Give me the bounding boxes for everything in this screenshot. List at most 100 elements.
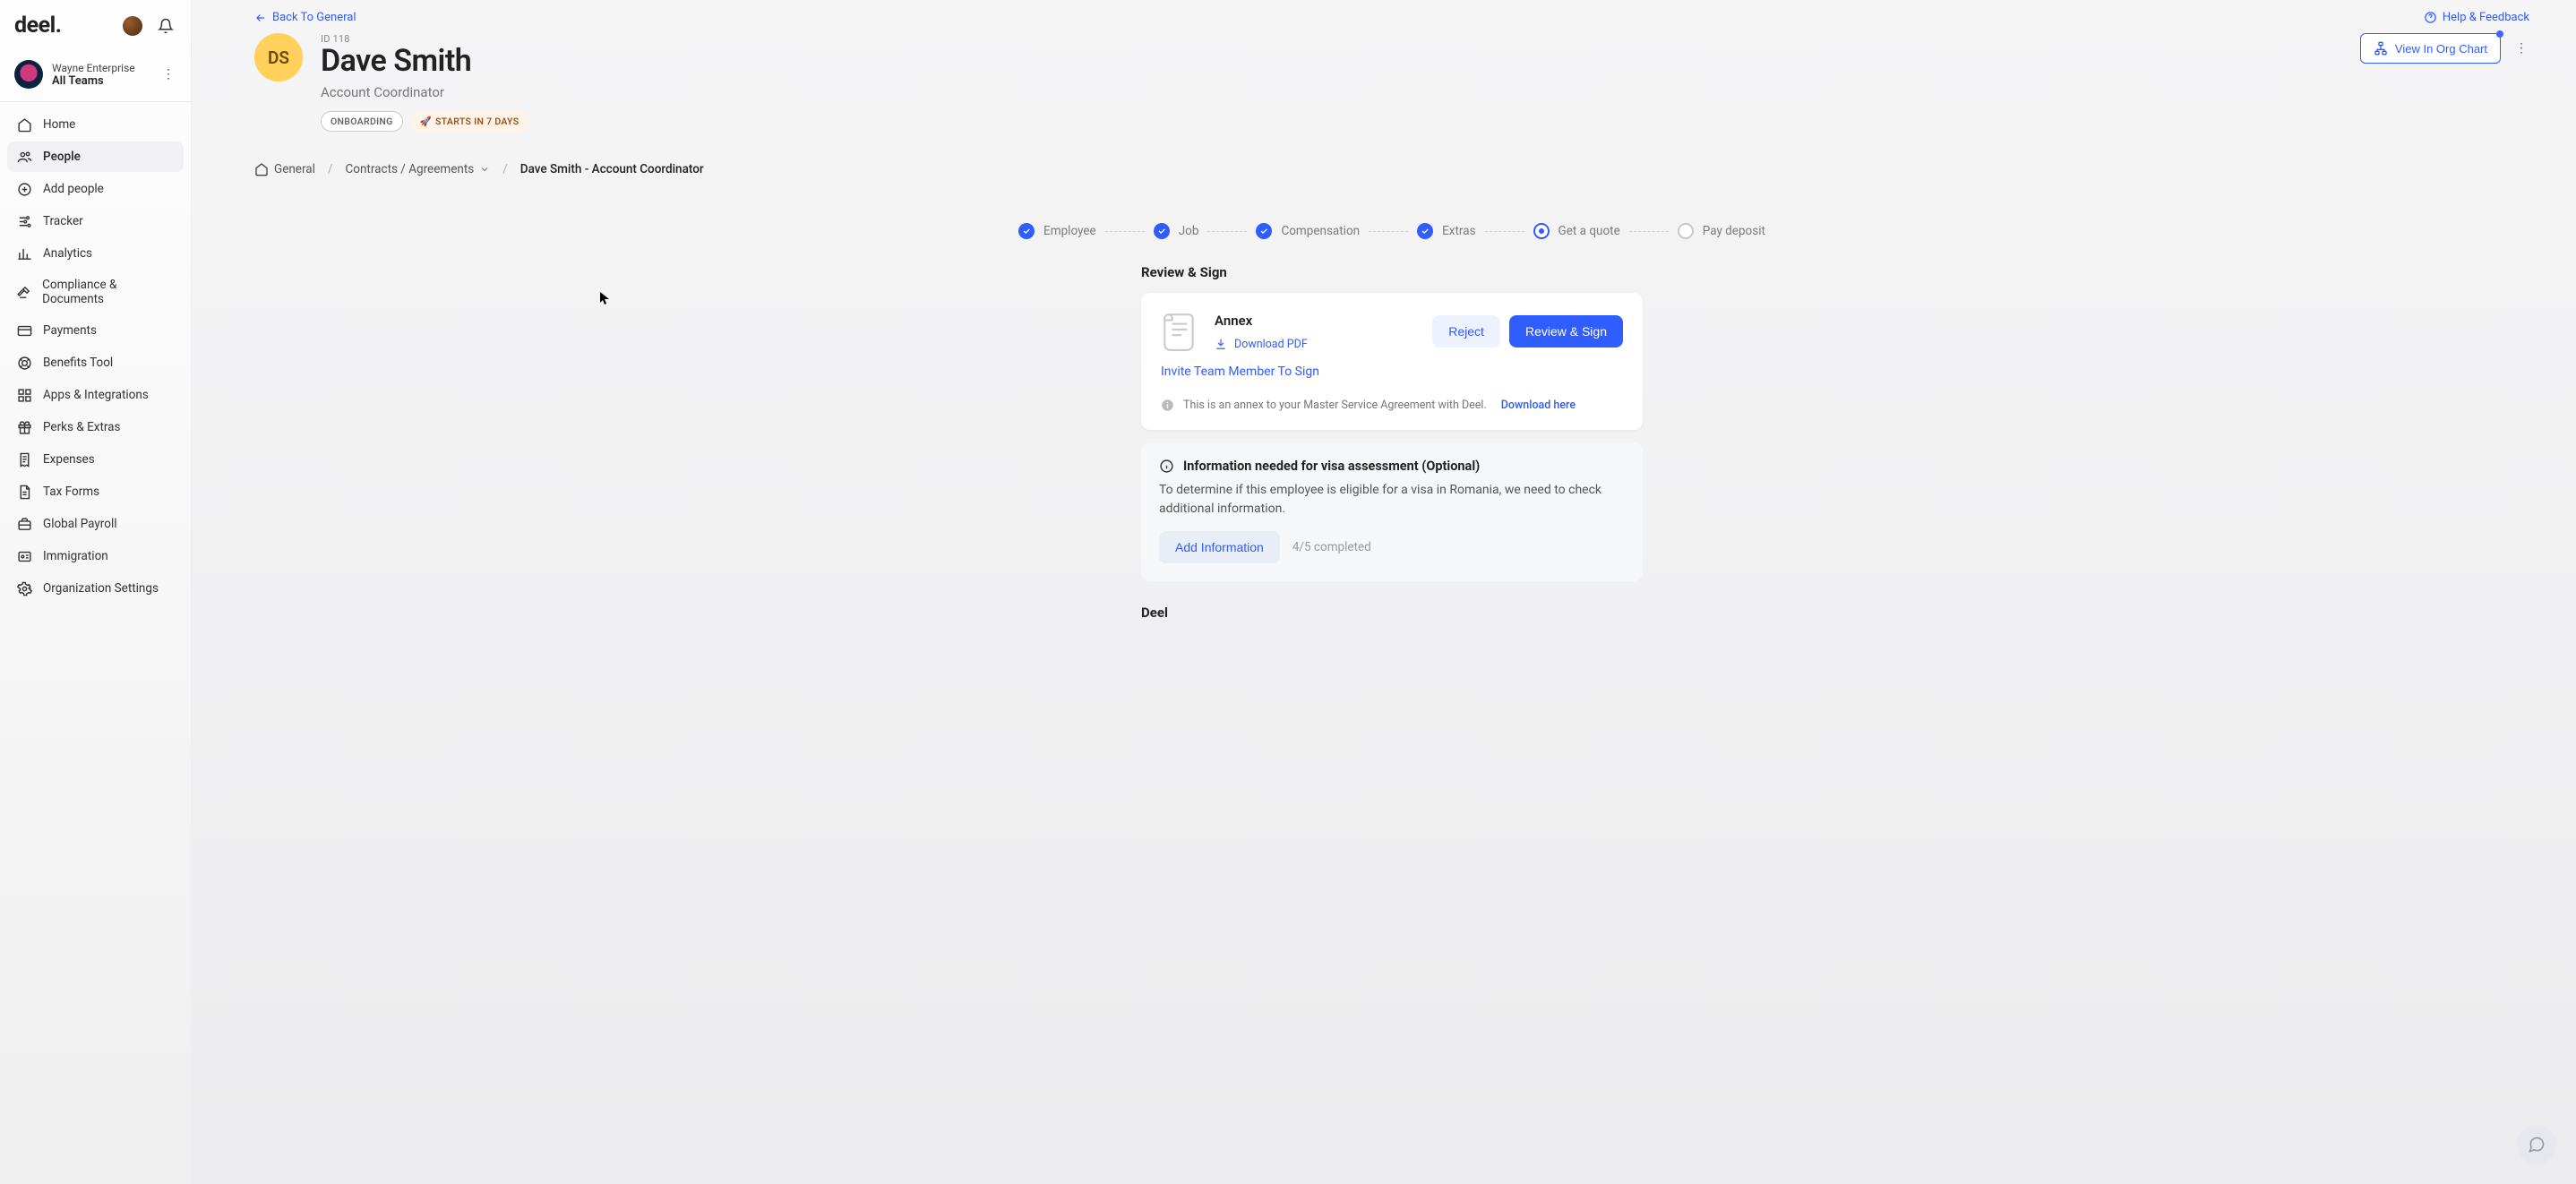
nav-label: People <box>43 150 81 164</box>
nav-tracker[interactable]: Tracker <box>7 206 184 236</box>
reject-button[interactable]: Reject <box>1432 315 1500 347</box>
help-icon <box>2424 11 2437 24</box>
nav-payroll[interactable]: Global Payroll <box>7 509 184 539</box>
deel-section-heading: Deel <box>1141 605 1643 621</box>
org-switcher[interactable]: Wayne Enterprise All Teams ⋮ <box>0 51 191 102</box>
briefcase-icon <box>16 516 32 532</box>
nav-expenses[interactable]: Expenses <box>7 444 184 475</box>
id-icon <box>16 548 32 564</box>
bar-chart-icon <box>16 245 32 262</box>
chip-starts: 🚀 STARTS IN 7 DAYS <box>410 111 529 132</box>
back-link[interactable]: Back To General <box>254 11 356 24</box>
chip-starts-label: STARTS IN 7 DAYS <box>435 116 519 127</box>
visa-heading: Information needed for visa assessment (… <box>1183 459 1480 474</box>
org-teams: All Teams <box>52 74 135 88</box>
receipt-icon <box>16 451 32 468</box>
nav-immigration[interactable]: Immigration <box>7 541 184 571</box>
view-org-chart-button[interactable]: View In Org Chart <box>2360 33 2501 64</box>
main-top-bar: Back To General Help & Feedback <box>254 11 2529 33</box>
download-label: Download PDF <box>1234 338 1308 351</box>
nav-label: Payments <box>43 323 97 338</box>
info-outline-icon <box>1159 459 1174 474</box>
bell-icon[interactable] <box>155 15 176 37</box>
step-extras[interactable]: Extras <box>1417 223 1475 239</box>
breadcrumb-general[interactable]: General <box>254 162 315 176</box>
document-scroll-icon <box>1161 311 1198 352</box>
nav-payments[interactable]: Payments <box>7 315 184 346</box>
separator-icon: / <box>328 162 333 176</box>
lifebuoy-icon <box>16 355 32 371</box>
org-name: Wayne Enterprise <box>52 62 135 74</box>
profile-kebab-icon[interactable]: ⋮ <box>2513 41 2529 56</box>
gear-icon <box>16 580 32 596</box>
notification-dot-icon <box>2496 30 2503 38</box>
step-employee[interactable]: Employee <box>1018 223 1096 239</box>
nav-settings[interactable]: Organization Settings <box>7 573 184 604</box>
step-label: Pay deposit <box>1703 224 1765 238</box>
home-icon <box>16 116 32 133</box>
help-label: Help & Feedback <box>2443 11 2529 24</box>
visa-body: To determine if this employee is eligibl… <box>1159 481 1625 519</box>
download-pdf-link[interactable]: Download PDF <box>1215 338 1308 351</box>
section-title: Review & Sign <box>1141 264 1643 280</box>
profile-avatar: DS <box>254 33 303 82</box>
nav-label: Analytics <box>43 246 92 261</box>
add-information-button[interactable]: Add Information <box>1159 531 1280 563</box>
nav-label: Apps & Integrations <box>43 388 149 402</box>
annex-title: Annex <box>1215 313 1308 329</box>
help-link[interactable]: Help & Feedback <box>2424 11 2529 24</box>
step-compensation[interactable]: Compensation <box>1256 223 1360 239</box>
step-job[interactable]: Job <box>1154 223 1199 239</box>
user-avatar[interactable] <box>123 16 142 36</box>
grid-icon <box>16 387 32 403</box>
annex-card: Annex Download PDF Reject Review & Sign … <box>1141 293 1643 430</box>
invite-link[interactable]: Invite Team Member To Sign <box>1161 365 1319 379</box>
msa-text: This is an annex to your Master Service … <box>1183 399 1487 412</box>
nav-apps[interactable]: Apps & Integrations <box>7 380 184 410</box>
back-label: Back To General <box>272 11 356 24</box>
stepper: Employee Job Compensation Extras Get a q… <box>254 223 2529 239</box>
gavel-icon <box>16 284 31 300</box>
nav-label: Tax Forms <box>43 485 99 499</box>
step-connector-icon <box>1485 231 1524 232</box>
breadcrumb-contracts[interactable]: Contracts / Agreements <box>345 162 490 176</box>
nav-label: Benefits Tool <box>43 356 113 370</box>
nav-add-people[interactable]: Add people <box>7 174 184 204</box>
circle-empty-icon <box>1678 223 1694 239</box>
step-connector-icon <box>1369 231 1408 232</box>
step-label: Get a quote <box>1558 224 1620 238</box>
circle-dot-icon <box>1533 223 1550 239</box>
msa-download-link[interactable]: Download here <box>1501 399 1576 412</box>
nav-perks[interactable]: Perks & Extras <box>7 412 184 442</box>
nav-analytics[interactable]: Analytics <box>7 238 184 269</box>
step-label: Job <box>1179 224 1199 238</box>
nav-label: Home <box>43 117 75 132</box>
nav-home[interactable]: Home <box>7 109 184 140</box>
review-sign-button[interactable]: Review & Sign <box>1509 315 1623 347</box>
chat-fab[interactable] <box>2517 1125 2556 1164</box>
kebab-icon[interactable]: ⋮ <box>160 67 176 82</box>
breadcrumb-label: General <box>274 162 315 176</box>
nav-benefits[interactable]: Benefits Tool <box>7 347 184 378</box>
info-icon <box>1161 399 1174 412</box>
rocket-icon: 🚀 <box>420 116 432 127</box>
check-circle-icon <box>1154 223 1170 239</box>
nav-tax[interactable]: Tax Forms <box>7 476 184 507</box>
people-icon <box>16 149 32 165</box>
step-quote[interactable]: Get a quote <box>1533 223 1620 239</box>
step-deposit[interactable]: Pay deposit <box>1678 223 1765 239</box>
main: Back To General Help & Feedback DS ID 11… <box>192 0 2576 1184</box>
nav-compliance[interactable]: Compliance & Documents <box>7 270 184 313</box>
logo: deel. <box>14 13 61 39</box>
gift-icon <box>16 419 32 435</box>
check-circle-icon <box>1018 223 1035 239</box>
breadcrumb-current: Dave Smith - Account Coordinator <box>520 162 704 176</box>
visa-info-card: Information needed for visa assessment (… <box>1141 442 1643 581</box>
nav-people[interactable]: People <box>7 142 184 172</box>
step-label: Compensation <box>1281 224 1360 238</box>
breadcrumb-label: Contracts / Agreements <box>345 162 474 176</box>
tree-icon <box>2374 41 2388 56</box>
step-label: Employee <box>1043 224 1096 238</box>
step-label: Extras <box>1442 224 1475 238</box>
step-connector-icon <box>1105 231 1145 232</box>
